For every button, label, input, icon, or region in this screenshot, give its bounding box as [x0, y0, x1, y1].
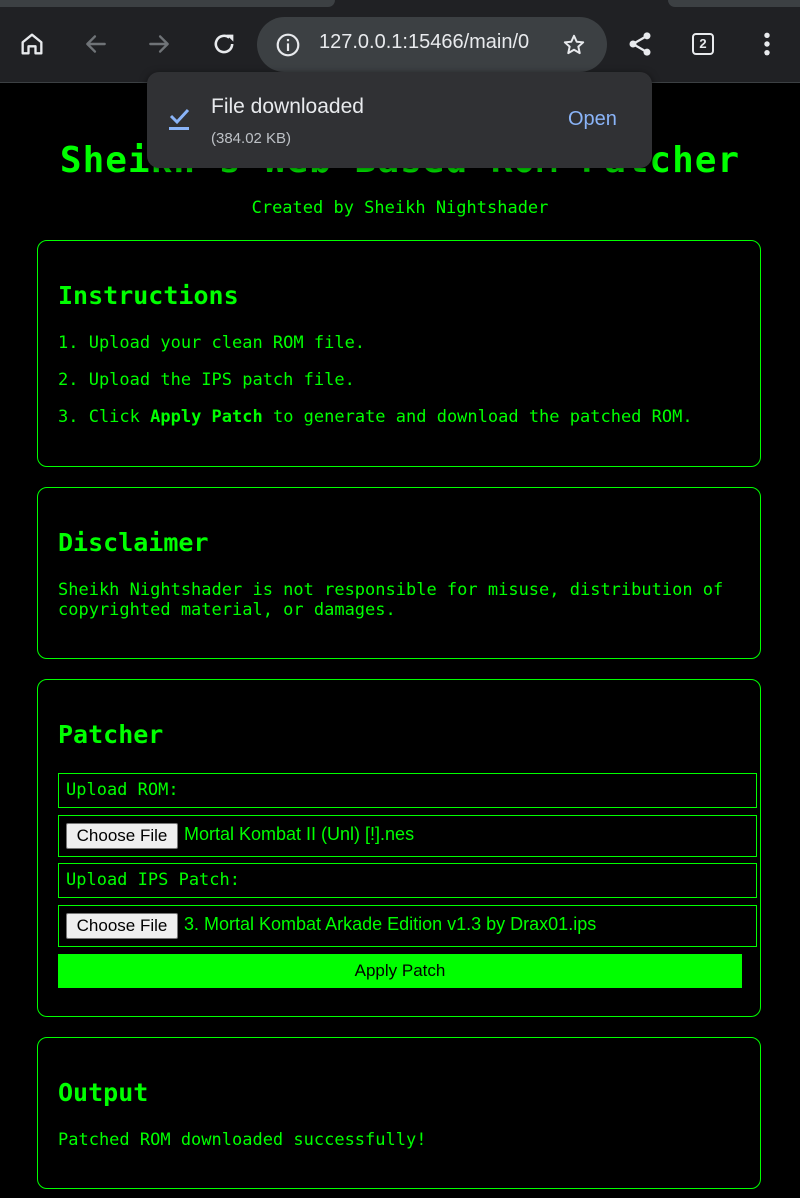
rom-file-name: Mortal Kombat II (Unl) [!].nes	[184, 824, 415, 844]
instructions-card: Instructions 1. Upload your clean ROM fi…	[37, 240, 761, 467]
disclaimer-heading: Disclaimer	[58, 528, 209, 557]
reload-icon[interactable]	[204, 24, 244, 64]
ips-label-box: Upload IPS Patch:	[58, 863, 757, 898]
forward-icon[interactable]	[139, 24, 179, 64]
open-download-button[interactable]: Open	[568, 108, 617, 131]
ips-choose-file-button[interactable]: Choose File	[66, 913, 178, 939]
tab-edge-left	[0, 0, 335, 7]
step3-bold: Apply Patch	[150, 407, 263, 427]
step3-prefix: 3. Click	[58, 407, 151, 427]
ips-file-input[interactable]: Choose File 3. Mortal Kombat Arkade Edit…	[58, 905, 757, 947]
disclaimer-text: Sheikh Nightshader is not responsible fo…	[58, 580, 724, 620]
instruction-step-2: 2. Upload the IPS patch file.	[58, 370, 355, 390]
menu-icon[interactable]	[747, 24, 787, 64]
download-title: File downloaded	[211, 95, 364, 118]
rom-label-box: Upload ROM:	[58, 773, 757, 808]
step3-suffix: to generate and download the patched ROM…	[262, 407, 693, 427]
info-icon[interactable]	[275, 32, 301, 62]
browser-toolbar: 127.0.0.1:15466/main/0 2	[0, 0, 800, 83]
disclaimer-card: Disclaimer Sheikh Nightshader is not res…	[37, 487, 761, 659]
page-subtitle: Created by Sheikh Nightshader	[251, 198, 549, 218]
url-text[interactable]: 127.0.0.1:15466/main/0	[319, 31, 539, 54]
tab-switcher-button[interactable]: 2	[692, 33, 714, 55]
download-size: (384.02 KB)	[211, 130, 292, 147]
tab-edge-right	[668, 0, 800, 7]
back-icon[interactable]	[76, 24, 116, 64]
rom-choose-file-button[interactable]: Choose File	[66, 823, 178, 849]
patcher-heading: Patcher	[58, 720, 164, 749]
download-toast: File downloaded (384.02 KB) Open	[147, 72, 652, 168]
home-icon[interactable]	[12, 24, 52, 64]
rom-file-input[interactable]: Choose File Mortal Kombat II (Unl) [!].n…	[58, 815, 757, 857]
patcher-card: Patcher Upload ROM: Choose File Mortal K…	[37, 679, 761, 1017]
bookmark-star-icon[interactable]	[561, 32, 587, 62]
address-bar[interactable]: 127.0.0.1:15466/main/0	[257, 17, 607, 72]
instruction-step-1: 1. Upload your clean ROM file.	[58, 333, 366, 353]
instructions-heading: Instructions	[58, 281, 239, 310]
output-card: Output Patched ROM downloaded successful…	[37, 1037, 761, 1189]
rom-label: Upload ROM:	[66, 780, 179, 800]
output-text: Patched ROM downloaded successfully!	[58, 1130, 427, 1150]
tab-strip	[0, 0, 800, 8]
instruction-step-3: 3. Click Apply Patch to generate and dow…	[58, 407, 693, 427]
apply-patch-button[interactable]: Apply Patch	[58, 954, 742, 988]
ips-file-name: 3. Mortal Kombat Arkade Edition v1.3 by …	[184, 914, 597, 934]
ips-label: Upload IPS Patch:	[66, 870, 240, 890]
output-heading: Output	[58, 1078, 149, 1107]
download-complete-icon	[167, 106, 191, 137]
share-icon[interactable]	[620, 24, 660, 64]
